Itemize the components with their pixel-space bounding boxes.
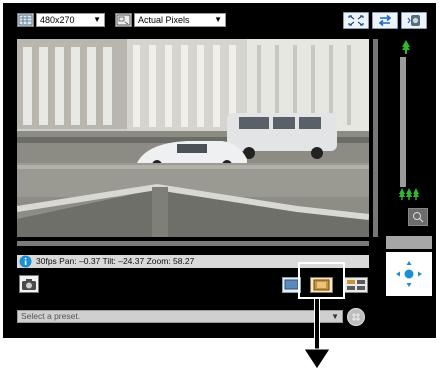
volume-button[interactable] — [401, 12, 427, 29]
zoom-tele-icon — [400, 39, 412, 55]
pan-tilt-pad[interactable] — [386, 252, 432, 296]
focus-button[interactable] — [408, 208, 428, 226]
fullscreen-icon — [348, 15, 364, 26]
resolution-select[interactable]: 480x270 ▼ — [36, 13, 105, 27]
resolution-icon — [17, 13, 34, 27]
zoom-slider-track[interactable] — [400, 57, 406, 187]
status-text: 30fps Pan: –0.37 Tilt: –24.37 Zoom: 58.2… — [36, 256, 195, 266]
split-view-icon — [347, 280, 365, 290]
swap-icon — [378, 14, 392, 27]
actual-pixels-icon — [115, 13, 132, 27]
callout-highlight-box — [298, 262, 345, 299]
fullscreen-button[interactable] — [343, 12, 369, 29]
snapshot-button[interactable] — [19, 275, 39, 293]
callout-arrow — [303, 299, 331, 370]
info-icon — [19, 255, 32, 268]
display-mode-value: Actual Pixels — [138, 15, 190, 25]
camera-icon — [22, 279, 36, 290]
preset-select[interactable]: Select a preset. ▼ — [17, 310, 343, 323]
chevron-down-icon: ▼ — [214, 15, 222, 24]
camera-viewer-panel: 480x270 ▼ Actual Pixels ▼ 30fps Pan: –0.… — [3, 3, 436, 338]
volume-icon — [407, 15, 420, 26]
split-view-button[interactable] — [344, 277, 368, 293]
video-vertical-scrollbar[interactable] — [373, 39, 378, 237]
video-horizontal-scrollbar[interactable] — [17, 241, 369, 246]
preset-placeholder: Select a preset. — [21, 311, 81, 321]
focus-icon — [413, 212, 424, 223]
live-video-feed[interactable] — [17, 39, 369, 237]
zoom-wide-icon — [398, 187, 420, 201]
resolution-value: 480x270 — [40, 15, 75, 25]
swap-button[interactable] — [372, 12, 398, 29]
chevron-down-icon: ▼ — [331, 312, 339, 321]
preset-go-button[interactable] — [347, 308, 365, 326]
grid-icon — [352, 313, 360, 321]
chevron-down-icon: ▼ — [93, 15, 101, 24]
display-mode-select[interactable]: Actual Pixels ▼ — [134, 13, 226, 27]
speed-bar[interactable] — [386, 236, 432, 249]
direction-pad-icon — [396, 261, 422, 287]
street-camera-image — [17, 39, 369, 237]
